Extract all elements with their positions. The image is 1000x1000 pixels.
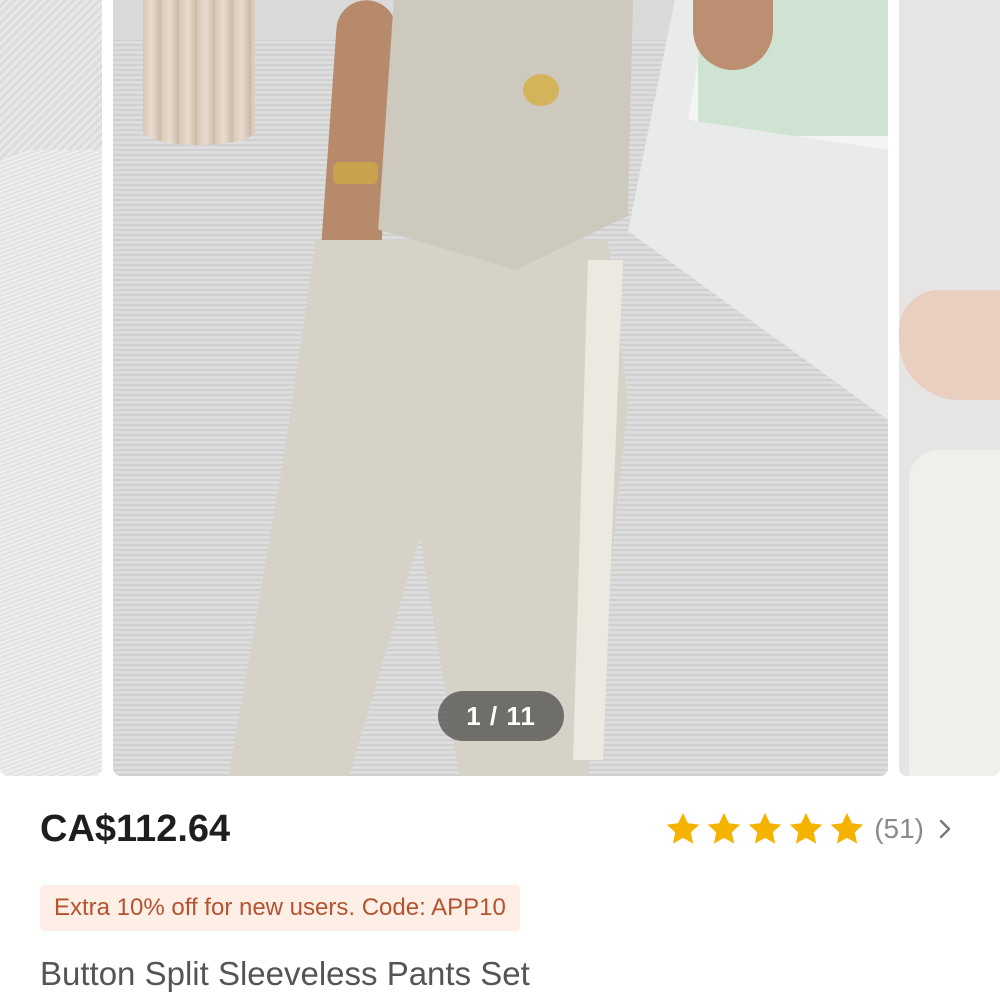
image-counter: 1 / 11 xyxy=(438,691,564,741)
garment-next xyxy=(909,450,1000,776)
rating-summary[interactable]: (51) xyxy=(664,806,952,852)
decor-column xyxy=(143,0,255,145)
model-arm-next xyxy=(899,290,1000,400)
image-carousel[interactable]: 1 / 11 xyxy=(0,0,1000,778)
fabric-detail xyxy=(0,150,102,776)
star-icon xyxy=(828,810,866,848)
next-image[interactable] xyxy=(899,0,1000,776)
sleeveless-vest xyxy=(378,0,633,270)
star-icon xyxy=(746,810,784,848)
promo-banner: Extra 10% off for new users. Code: APP10 xyxy=(40,885,520,931)
previous-image[interactable] xyxy=(0,0,102,776)
promo-text: Extra 10% off for new users. Code: APP10 xyxy=(54,894,506,921)
star-icon xyxy=(664,810,702,848)
gold-button xyxy=(523,74,559,106)
product-price: CA$112.64 xyxy=(40,808,231,850)
star-icon xyxy=(787,810,825,848)
product-image[interactable] xyxy=(113,0,888,776)
star-rating xyxy=(664,810,866,848)
watch xyxy=(333,162,378,184)
product-title: Button Split Sleeveless Pants Set xyxy=(40,955,530,992)
star-icon xyxy=(705,810,743,848)
chevron-right-icon[interactable] xyxy=(938,818,952,840)
review-count[interactable]: (51) xyxy=(874,813,924,845)
